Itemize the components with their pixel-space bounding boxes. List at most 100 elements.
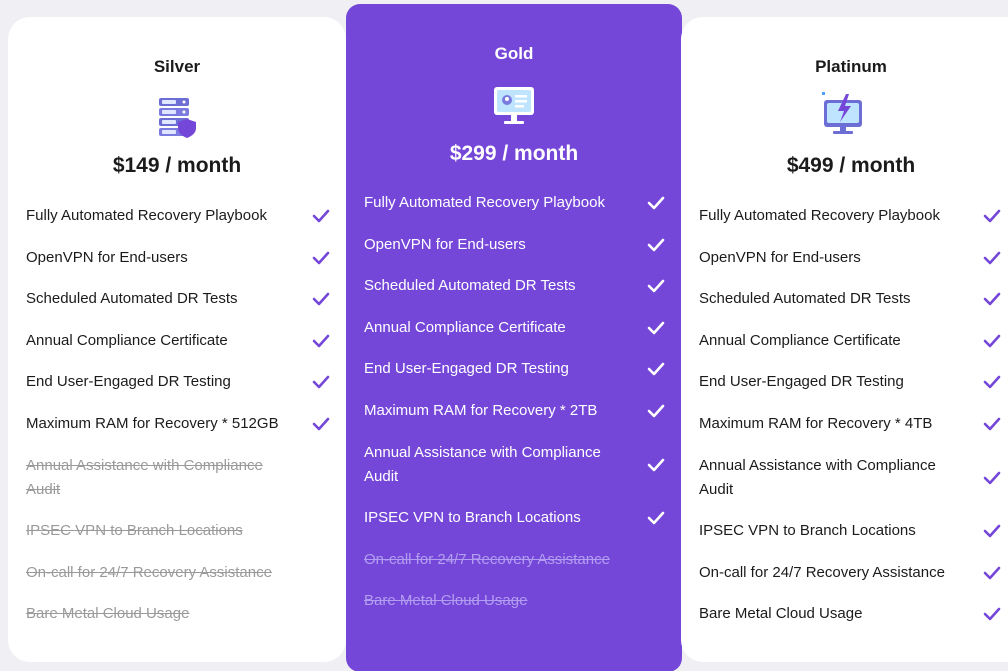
checkmark-icon <box>983 608 1001 621</box>
feature-item: Maximum RAM for Recovery * 2TB <box>346 399 682 423</box>
feature-item: IPSEC VPN to Branch Locations <box>681 519 1008 543</box>
server-shield-icon <box>159 98 196 138</box>
checkmark-icon <box>312 376 330 389</box>
plan-card-gold[interactable]: Gold $299 / month Fully Automated Recove… <box>346 4 682 671</box>
pricing-table: Silver $149 / month Fully Automated Reco… <box>0 0 1008 671</box>
feature-item: Bare Metal Cloud Usage <box>8 602 346 626</box>
monitor-dashboard-icon <box>494 87 534 124</box>
feature-item: Annual Compliance Certificate <box>681 329 1008 353</box>
checkmark-icon <box>647 279 665 293</box>
plan-price: $499 / month <box>786 154 916 177</box>
feature-item: On-call for 24/7 Recovery Assistance <box>681 561 1008 585</box>
plan-card-silver[interactable]: Silver $149 / month Fully Automated Reco… <box>8 17 346 662</box>
plan-price: $149 / month <box>112 154 242 177</box>
feature-label: IPSEC VPN to Branch Locations <box>364 509 581 527</box>
feature-label: Scheduled Automated DR Tests <box>364 277 576 295</box>
feature-label: Scheduled Automated DR Tests <box>699 290 911 308</box>
feature-label: Bare Metal Cloud Usage <box>364 592 528 610</box>
feature-item: Bare Metal Cloud Usage <box>681 602 1008 626</box>
feature-label: On-call for 24/7 Recovery Assistance <box>364 550 610 568</box>
feature-item: IPSEC VPN to Branch Locations <box>8 519 346 543</box>
feature-item: On-call for 24/7 Recovery Assistance <box>8 561 346 585</box>
feature-label: IPSEC VPN to Branch Locations <box>26 522 243 540</box>
checkmark-icon <box>647 321 665 335</box>
feature-label: Bare Metal Cloud Usage <box>26 605 190 623</box>
feature-item: OpenVPN for End-users <box>8 246 346 270</box>
feature-label: Fully Automated Recovery Playbook <box>364 194 605 211</box>
feature-list: Fully Automated Recovery Playbook OpenVPN… <box>8 204 346 644</box>
plan-title: Gold <box>494 44 534 63</box>
feature-item: Annual Compliance Certificate <box>8 329 346 353</box>
feature-label: Annual Compliance Certificate <box>26 331 228 349</box>
feature-item: Fully Automated Recovery Playbook <box>346 191 682 215</box>
feature-label: On-call for 24/7 Recovery Assistance <box>699 563 945 581</box>
feature-item: Annual Assistance with Compliance Audit <box>8 454 346 502</box>
feature-list: Fully Automated Recovery Playbook OpenVPN… <box>346 191 682 631</box>
checkmark-icon <box>983 524 1001 538</box>
feature-label: End User-Engaged DR Testing <box>699 373 904 391</box>
checkmark-icon <box>647 458 665 471</box>
feature-item: Bare Metal Cloud Usage <box>346 589 682 613</box>
plan-card-platinum[interactable]: Platinum $499 / month Fully Automated Re… <box>681 17 1008 662</box>
feature-label: Fully Automated Recovery Playbook <box>699 207 940 224</box>
feature-item: Maximum RAM for Recovery * 512GB <box>8 412 346 436</box>
feature-item: Scheduled Automated DR Tests <box>346 274 682 298</box>
feature-label: On-call for 24/7 Recovery Assistance <box>26 563 272 581</box>
feature-label: Maximum RAM for Recovery * 2TB <box>364 401 598 419</box>
feature-item: Maximum RAM for Recovery * 4TB <box>681 412 1008 436</box>
feature-label: Annual Compliance Certificate <box>364 318 566 336</box>
plan-title: Platinum <box>815 57 887 76</box>
checkmark-icon <box>312 417 330 431</box>
feature-item: OpenVPN for End-users <box>346 233 682 257</box>
feature-label: Fully Automated Recovery Playbook <box>26 207 267 224</box>
feature-label: Maximum RAM for Recovery * 4TB <box>699 414 933 432</box>
feature-item: Scheduled Automated DR Tests <box>8 287 346 311</box>
checkmark-icon <box>983 292 1001 306</box>
feature-item: IPSEC VPN to Branch Locations <box>346 506 682 530</box>
feature-item: Annual Compliance Certificate <box>346 316 682 340</box>
feature-label: OpenVPN for End-users <box>699 248 861 266</box>
checkmark-icon <box>983 251 1001 264</box>
checkmark-icon <box>312 334 330 348</box>
checkmark-icon <box>983 376 1001 389</box>
feature-list: Fully Automated Recovery Playbook OpenVPN… <box>681 204 1008 644</box>
checkmark-icon <box>983 209 1001 223</box>
checkmark-icon <box>312 292 330 306</box>
feature-item: Annual Assistance with Compliance Audit <box>346 441 682 489</box>
checkmark-icon <box>983 417 1001 431</box>
feature-item: End User-Engaged DR Testing <box>8 370 346 394</box>
monitor-lightning-icon <box>822 92 862 134</box>
checkmark-icon <box>647 196 665 210</box>
feature-label: Annual Assistance with Compliance Audit <box>26 456 263 498</box>
feature-label: Annual Assistance with Compliance Audit <box>364 443 601 485</box>
feature-label: OpenVPN for End-users <box>26 248 188 266</box>
feature-item: Fully Automated Recovery Playbook <box>681 204 1008 228</box>
feature-label: Scheduled Automated DR Tests <box>26 290 238 308</box>
feature-item: End User-Engaged DR Testing <box>681 370 1008 394</box>
feature-label: IPSEC VPN to Branch Locations <box>699 522 916 540</box>
feature-label: Bare Metal Cloud Usage <box>699 605 863 623</box>
plan-price: $299 / month <box>449 142 579 165</box>
feature-label: Maximum RAM for Recovery * 512GB <box>26 414 279 432</box>
feature-item: Annual Assistance with Compliance Audit <box>681 454 1008 502</box>
feature-label: Annual Compliance Certificate <box>699 331 901 349</box>
feature-item: OpenVPN for End-users <box>681 246 1008 270</box>
feature-item: On-call for 24/7 Recovery Assistance <box>346 548 682 572</box>
feature-label: End User-Engaged DR Testing <box>26 373 231 391</box>
checkmark-icon <box>647 238 665 251</box>
checkmark-icon <box>983 566 1001 580</box>
feature-label: End User-Engaged DR Testing <box>364 360 569 378</box>
plan-title: Silver <box>153 57 201 76</box>
checkmark-icon <box>647 511 665 525</box>
checkmark-icon <box>312 251 330 264</box>
checkmark-icon <box>647 363 665 376</box>
feature-item: End User-Engaged DR Testing <box>346 357 682 381</box>
checkmark-icon <box>312 209 330 223</box>
checkmark-icon <box>983 334 1001 348</box>
checkmark-icon <box>647 404 665 418</box>
feature-label: Annual Assistance with Compliance Audit <box>699 456 936 498</box>
feature-item: Scheduled Automated DR Tests <box>681 287 1008 311</box>
checkmark-icon <box>983 471 1001 484</box>
feature-label: OpenVPN for End-users <box>364 235 526 253</box>
feature-item: Fully Automated Recovery Playbook <box>8 204 346 228</box>
